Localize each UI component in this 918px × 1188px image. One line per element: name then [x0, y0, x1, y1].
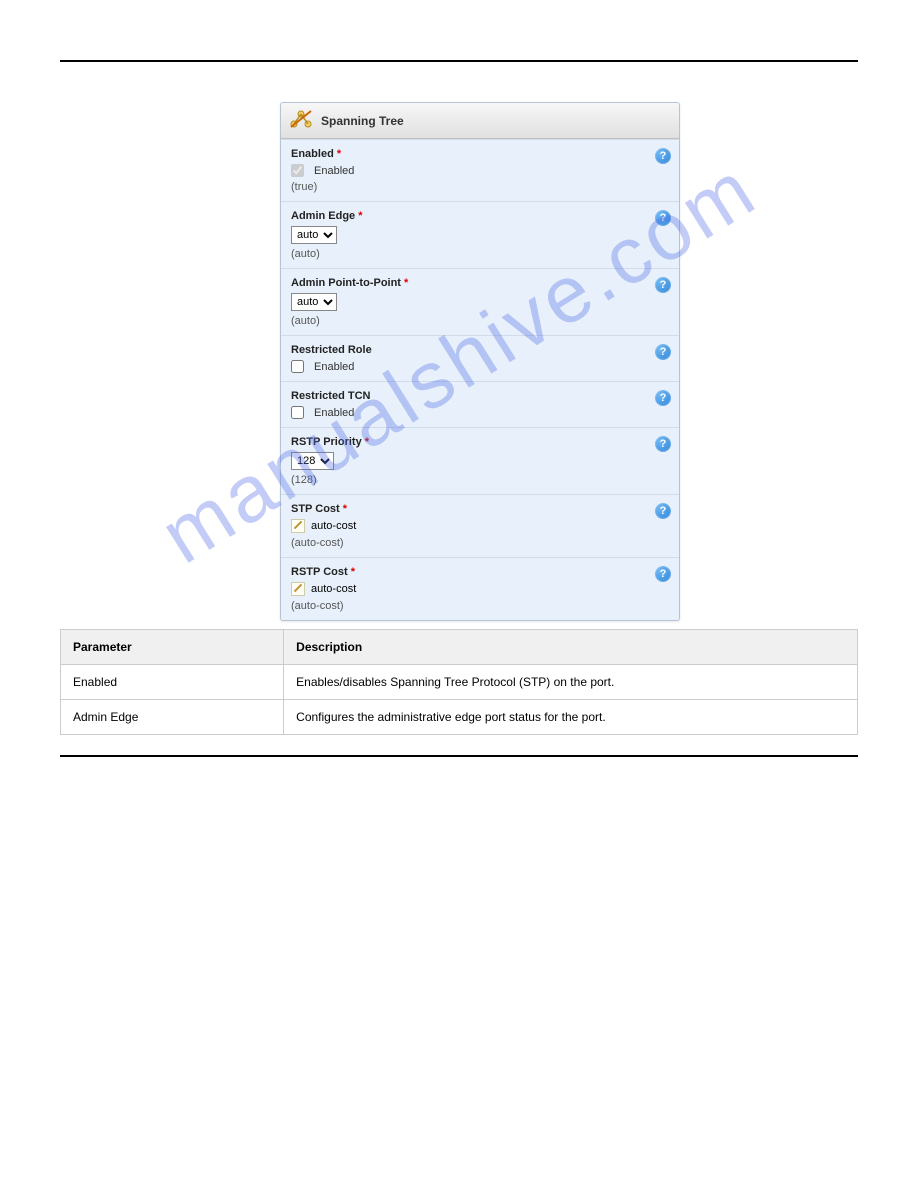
callout-1	[280, 152, 281, 176]
restricted-tcn-checkbox-label: Enabled	[314, 407, 354, 419]
callout-6	[280, 446, 281, 470]
help-icon[interactable]: ?	[655, 503, 671, 519]
param-desc: Configures the administrative edge port …	[284, 700, 858, 735]
spanning-tree-icon	[289, 109, 313, 132]
edit-icon[interactable]	[291, 582, 305, 596]
table-row: Enabled Enables/disables Spanning Tree P…	[61, 665, 858, 700]
field-rstp-priority: ? RSTP Priority * 128 (128)	[281, 427, 679, 494]
edit-icon[interactable]	[291, 519, 305, 533]
callout-8	[280, 576, 281, 600]
help-icon[interactable]: ?	[655, 277, 671, 293]
field-admin-edge: ? Admin Edge * auto (auto)	[281, 201, 679, 268]
help-icon[interactable]: ?	[655, 566, 671, 582]
field-label: RSTP Priority *	[291, 436, 669, 448]
stp-cost-value: auto-cost	[311, 520, 356, 532]
field-default: (auto)	[291, 315, 669, 327]
bottom-rule	[60, 755, 858, 757]
table-row: Admin Edge Configures the administrative…	[61, 700, 858, 735]
field-default: (true)	[291, 181, 669, 193]
enabled-checkbox-label: Enabled	[314, 165, 354, 177]
spanning-tree-panel-wrap: Spanning Tree ? Enabled * Enabled	[280, 102, 680, 621]
field-stp-cost: ? STP Cost * auto-cost (auto-cost)	[281, 494, 679, 557]
callout-7	[280, 513, 281, 537]
top-rule	[60, 60, 858, 62]
panel-header: Spanning Tree	[281, 103, 679, 139]
help-icon[interactable]: ?	[655, 148, 671, 164]
admin-ptp-select[interactable]: auto	[291, 293, 337, 311]
field-label: STP Cost *	[291, 503, 669, 515]
col-header-description: Description	[284, 630, 858, 665]
restricted-tcn-checkbox[interactable]	[291, 406, 304, 419]
field-label: Enabled *	[291, 148, 669, 160]
rstp-priority-select[interactable]: 128	[291, 452, 334, 470]
field-default: (128)	[291, 474, 669, 486]
callout-2	[280, 220, 281, 244]
field-label: Restricted Role	[291, 344, 669, 356]
callout-5	[280, 398, 281, 422]
field-default: (auto)	[291, 248, 669, 260]
help-icon[interactable]: ?	[655, 210, 671, 226]
callout-3	[280, 287, 281, 311]
callout-4	[280, 352, 281, 376]
col-header-parameter: Parameter	[61, 630, 284, 665]
restricted-role-checkbox[interactable]	[291, 360, 304, 373]
parameter-table: Parameter Description Enabled Enables/di…	[60, 629, 858, 735]
field-label: Admin Point-to-Point *	[291, 277, 669, 289]
field-label: RSTP Cost *	[291, 566, 669, 578]
enabled-checkbox[interactable]	[291, 164, 304, 177]
help-icon[interactable]: ?	[655, 436, 671, 452]
help-icon[interactable]: ?	[655, 344, 671, 360]
field-default: (auto-cost)	[291, 600, 669, 612]
field-label: Admin Edge *	[291, 210, 669, 222]
field-restricted-role: ? Restricted Role Enabled	[281, 335, 679, 381]
field-enabled: ? Enabled * Enabled (true)	[281, 139, 679, 201]
param-name: Enabled	[61, 665, 284, 700]
field-restricted-tcn: ? Restricted TCN Enabled	[281, 381, 679, 427]
admin-edge-select[interactable]: auto	[291, 226, 337, 244]
field-label: Restricted TCN	[291, 390, 669, 402]
spanning-tree-panel: Spanning Tree ? Enabled * Enabled	[280, 102, 680, 621]
param-desc: Enables/disables Spanning Tree Protocol …	[284, 665, 858, 700]
panel-title: Spanning Tree	[321, 114, 404, 128]
field-admin-ptp: ? Admin Point-to-Point * auto (auto)	[281, 268, 679, 335]
field-rstp-cost: ? RSTP Cost * auto-cost (auto-cost)	[281, 557, 679, 620]
param-name: Admin Edge	[61, 700, 284, 735]
rstp-cost-value: auto-cost	[311, 583, 356, 595]
field-default: (auto-cost)	[291, 537, 669, 549]
restricted-role-checkbox-label: Enabled	[314, 361, 354, 373]
help-icon[interactable]: ?	[655, 390, 671, 406]
